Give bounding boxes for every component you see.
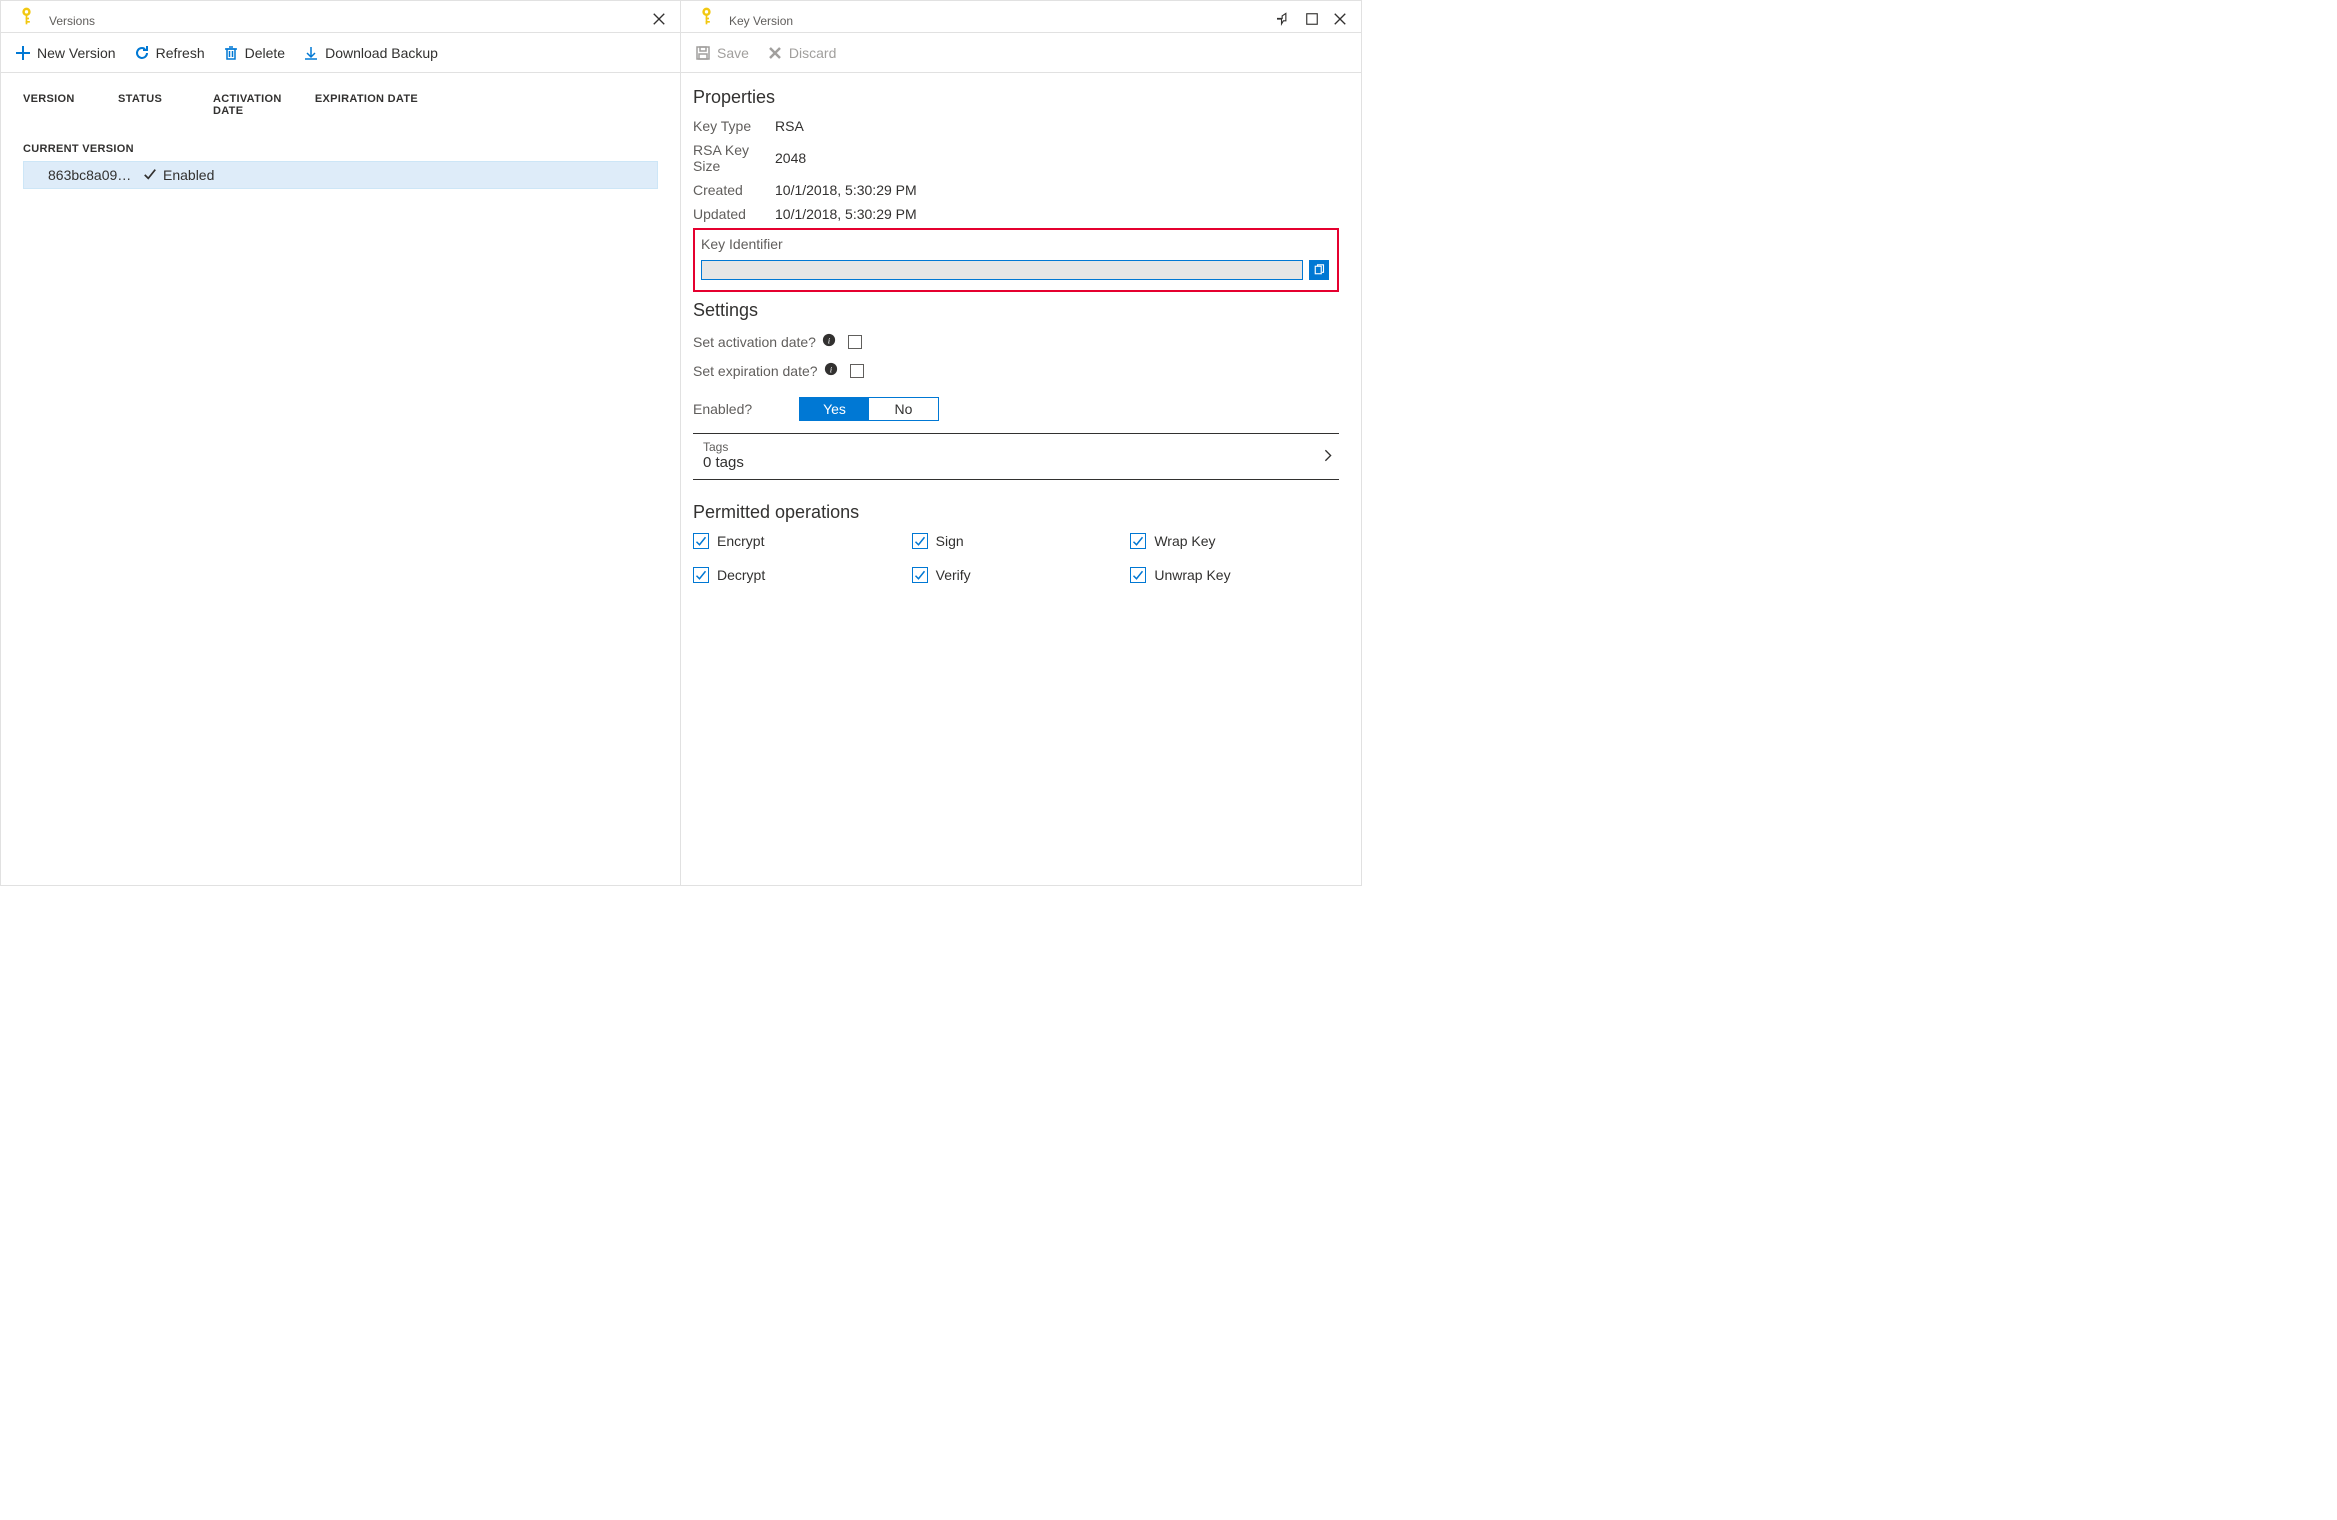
- encrypt-label: Encrypt: [717, 533, 764, 549]
- plus-icon: [15, 45, 31, 61]
- created-label: Created: [693, 182, 775, 198]
- column-headers: VERSION STATUS ACTIVATION DATE EXPIRATIO…: [23, 87, 658, 135]
- rsa-size-value: 2048: [775, 150, 806, 166]
- set-expiration-label: Set expiration date?: [693, 363, 818, 379]
- delete-button[interactable]: Delete: [223, 45, 285, 61]
- version-id: 863bc8a095044a…: [48, 167, 143, 183]
- info-icon[interactable]: i: [824, 362, 838, 379]
- save-button[interactable]: Save: [695, 45, 749, 61]
- encrypt-checkbox[interactable]: [693, 533, 709, 549]
- key-icon: [699, 6, 719, 26]
- set-activation-label: Set activation date?: [693, 334, 816, 350]
- save-label: Save: [717, 45, 749, 61]
- discard-label: Discard: [789, 45, 836, 61]
- refresh-label: Refresh: [156, 45, 205, 61]
- copy-icon: [1313, 264, 1325, 276]
- updated-value: 10/1/2018, 5:30:29 PM: [775, 206, 917, 222]
- created-value: 10/1/2018, 5:30:29 PM: [775, 182, 917, 198]
- key-type-label: Key Type: [693, 118, 775, 134]
- download-backup-button[interactable]: Download Backup: [303, 45, 438, 61]
- version-status: Enabled: [163, 167, 214, 183]
- sign-label: Sign: [936, 533, 964, 549]
- enabled-no[interactable]: No: [869, 398, 938, 420]
- maximize-button[interactable]: [1303, 10, 1321, 28]
- enabled-toggle[interactable]: Yes No: [799, 397, 939, 421]
- close-button[interactable]: [650, 10, 668, 28]
- col-expiration: EXPIRATION DATE: [308, 93, 418, 117]
- operations-heading: Permitted operations: [693, 502, 1339, 523]
- updated-label: Updated: [693, 206, 775, 222]
- new-version-button[interactable]: New Version: [15, 45, 116, 61]
- blade-title-versions: Versions: [49, 14, 95, 28]
- rsa-size-label: RSA Key Size: [693, 142, 775, 174]
- key-icon: [19, 6, 39, 26]
- check-icon: [143, 167, 157, 184]
- tags-row[interactable]: Tags 0 tags: [693, 433, 1339, 480]
- col-activation: ACTIVATION DATE: [213, 93, 308, 117]
- blade-title-key-version: Key Version: [729, 14, 793, 28]
- delete-label: Delete: [245, 45, 285, 61]
- key-identifier-input[interactable]: [701, 260, 1303, 280]
- key-identifier-highlight: Key Identifier: [693, 228, 1339, 292]
- download-backup-label: Download Backup: [325, 45, 438, 61]
- discard-button[interactable]: Discard: [767, 45, 836, 61]
- unwrap-checkbox[interactable]: [1130, 567, 1146, 583]
- key-type-value: RSA: [775, 118, 804, 134]
- decrypt-checkbox[interactable]: [693, 567, 709, 583]
- unwrap-label: Unwrap Key: [1154, 567, 1230, 583]
- pin-button[interactable]: [1275, 10, 1293, 28]
- chevron-right-icon: [1321, 448, 1335, 465]
- key-identifier-label: Key Identifier: [701, 236, 1329, 252]
- decrypt-label: Decrypt: [717, 567, 765, 583]
- refresh-icon: [134, 45, 150, 61]
- sign-checkbox[interactable]: [912, 533, 928, 549]
- wrap-label: Wrap Key: [1154, 533, 1215, 549]
- download-icon: [303, 45, 319, 61]
- discard-icon: [767, 45, 783, 61]
- copy-button[interactable]: [1309, 260, 1329, 280]
- enabled-yes[interactable]: Yes: [800, 398, 869, 420]
- settings-heading: Settings: [693, 300, 1339, 321]
- expiration-checkbox[interactable]: [850, 364, 864, 378]
- wrap-checkbox[interactable]: [1130, 533, 1146, 549]
- close-button[interactable]: [1331, 10, 1349, 28]
- tags-label: Tags: [693, 440, 1339, 454]
- trash-icon: [223, 45, 239, 61]
- enabled-label: Enabled?: [693, 401, 753, 417]
- new-version-label: New Version: [37, 45, 116, 61]
- info-icon[interactable]: i: [822, 333, 836, 350]
- activation-checkbox[interactable]: [848, 335, 862, 349]
- col-status: STATUS: [118, 93, 213, 117]
- refresh-button[interactable]: Refresh: [134, 45, 205, 61]
- col-version: VERSION: [23, 93, 118, 117]
- verify-label: Verify: [936, 567, 971, 583]
- tags-value: 0 tags: [693, 454, 1339, 471]
- properties-heading: Properties: [693, 87, 1339, 108]
- version-row[interactable]: 863bc8a095044a… Enabled: [23, 161, 658, 189]
- save-icon: [695, 45, 711, 61]
- current-version-label: CURRENT VERSION: [23, 143, 658, 155]
- verify-checkbox[interactable]: [912, 567, 928, 583]
